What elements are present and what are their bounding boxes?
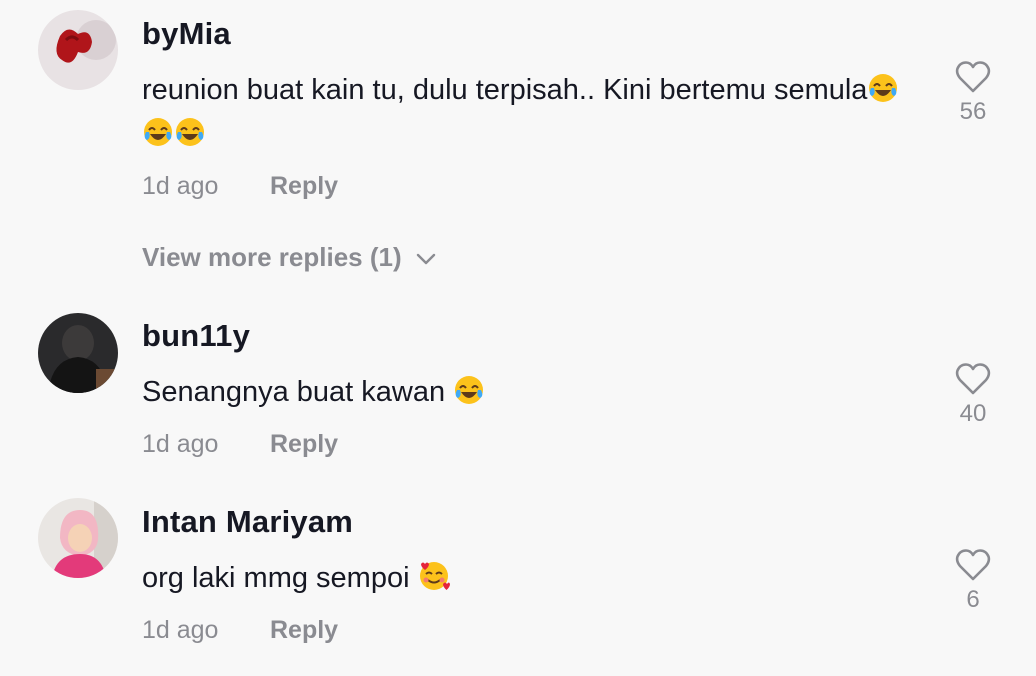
view-more-replies-label: View more replies (1) — [142, 242, 402, 272]
like-count: 6 — [966, 586, 980, 613]
face-with-tears-of-joy-icon — [455, 376, 484, 404]
comment-meta: 1d ago Reply — [142, 172, 338, 201]
comment-text-content: Senangnya buat kawan — [142, 376, 454, 408]
face-with-tears-of-joy-icon — [176, 118, 204, 146]
comment-username[interactable]: bun11y — [142, 318, 250, 354]
comment-text: Senangnya buat kawan — [142, 370, 902, 414]
like-count: 40 — [959, 400, 987, 427]
like-button[interactable]: 6 — [940, 548, 1006, 614]
face-with-tears-of-joy-icon — [869, 74, 898, 102]
like-button[interactable]: 56 — [940, 60, 1006, 126]
avatar-image — [38, 10, 118, 90]
heart-outline-icon — [955, 61, 991, 93]
reply-button[interactable]: Reply — [270, 172, 338, 201]
avatar[interactable] — [38, 10, 118, 90]
comment-meta: 1d ago Reply — [142, 616, 338, 645]
avatar[interactable] — [38, 498, 118, 578]
comment-username[interactable]: Intan Mariyam — [142, 504, 353, 540]
avatar[interactable] — [38, 313, 118, 393]
comment-timestamp: 1d ago — [142, 430, 219, 458]
comment-text: reunion buat kain tu, dulu terpisah.. Ki… — [142, 68, 902, 156]
comment-text-content: org laki mmg sempoi — [142, 562, 418, 594]
comment-text: org laki mmg sempoi — [142, 556, 902, 600]
comment-timestamp: 1d ago — [142, 616, 219, 644]
avatar-image — [38, 313, 118, 393]
reply-button[interactable]: Reply — [270, 616, 338, 645]
comment-text-content: reunion buat kain tu, dulu terpisah.. Ki… — [142, 74, 868, 106]
comment-username[interactable]: byMia — [142, 16, 231, 52]
comment-meta: 1d ago Reply — [142, 430, 338, 459]
face-with-tears-of-joy-icon — [144, 118, 172, 146]
chevron-down-icon — [416, 253, 435, 265]
like-count: 56 — [959, 98, 987, 125]
comment-timestamp: 1d ago — [142, 172, 219, 200]
smiling-face-with-hearts-icon — [419, 562, 450, 590]
like-button[interactable]: 40 — [940, 362, 1006, 428]
heart-outline-icon — [955, 549, 991, 581]
view-more-replies-button[interactable]: View more replies (1) — [142, 242, 436, 273]
avatar-image — [38, 498, 118, 578]
heart-outline-icon — [955, 363, 991, 395]
reply-button[interactable]: Reply — [270, 430, 338, 459]
